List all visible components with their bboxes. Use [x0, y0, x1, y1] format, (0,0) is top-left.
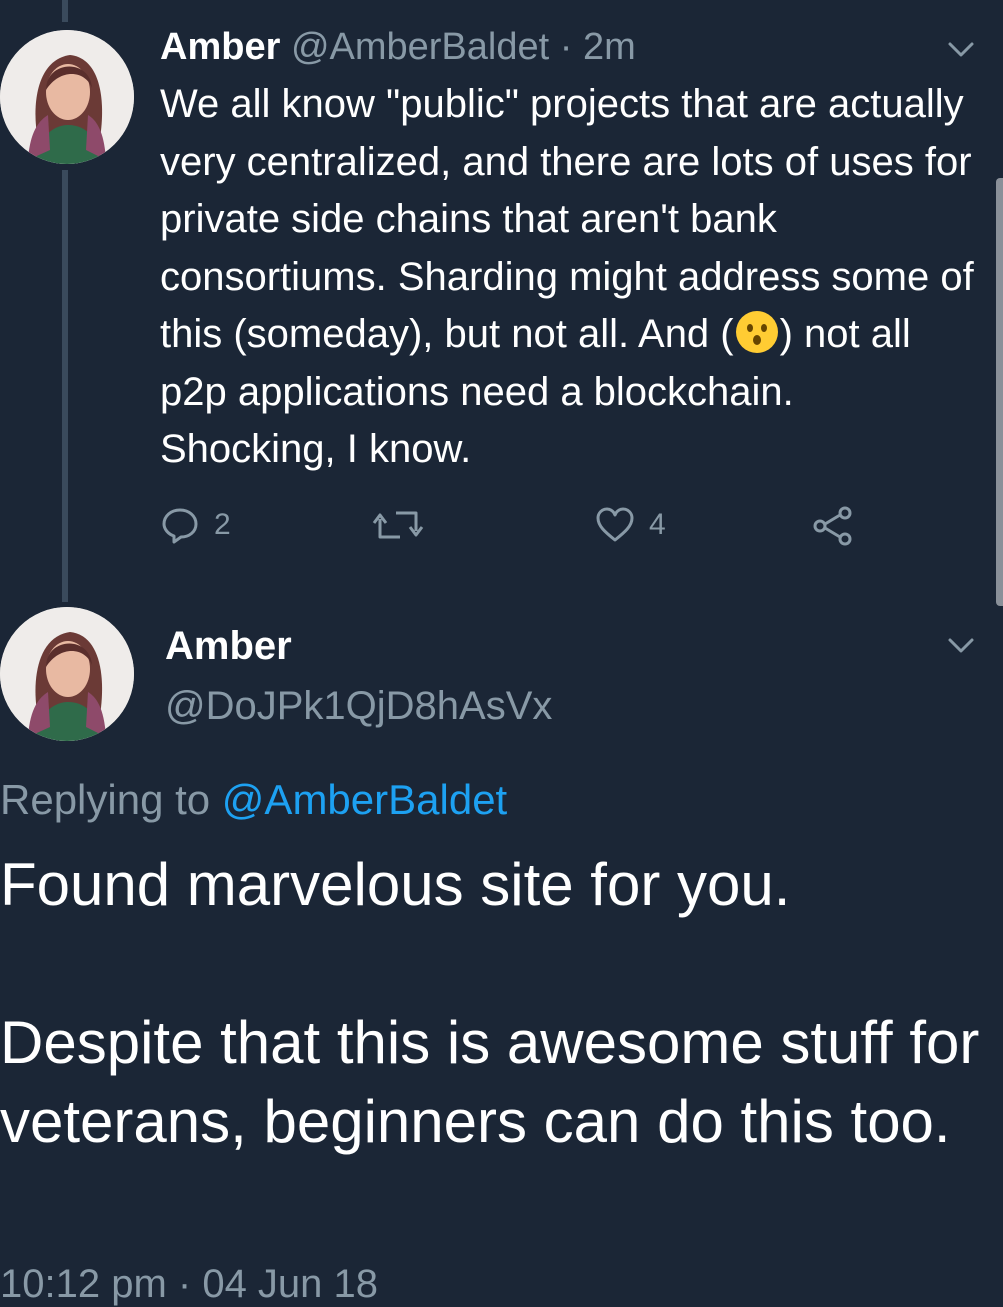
retweet-button[interactable] [372, 505, 438, 545]
like-button[interactable]: 4 [595, 505, 666, 545]
reply-author-name[interactable]: Amber [165, 624, 292, 669]
reply-text: Found marvelous site for you. Despite th… [0, 845, 1000, 1161]
replying-prefix: Replying to [0, 776, 222, 823]
reply-count: 2 [214, 508, 231, 541]
tweet-text: We all know "public" projects that are a… [160, 76, 980, 479]
reply-icon [162, 508, 198, 544]
reply-paragraph: Found marvelous site for you. [0, 851, 791, 918]
author-name[interactable]: Amber [160, 26, 280, 68]
share-button[interactable] [812, 505, 854, 547]
avatar[interactable] [0, 607, 134, 741]
replying-to: Replying to @AmberBaldet [0, 776, 507, 824]
reply-timestamp: 10:12 pm · 04 Jun 18 [0, 1262, 379, 1306]
reply-button[interactable]: 2 [160, 505, 231, 545]
thread-line [62, 0, 68, 22]
tweet-actions: 2 4 [0, 505, 1003, 549]
tweet-time[interactable]: · 2m [560, 26, 636, 68]
like-count: 4 [649, 508, 666, 541]
chevron-down-icon[interactable] [946, 636, 976, 656]
like-icon [596, 507, 634, 542]
replying-mention-link[interactable]: @AmberBaldet [222, 776, 507, 823]
author-handle[interactable]: @AmberBaldet [291, 26, 549, 68]
chevron-down-icon[interactable] [946, 40, 976, 60]
reply-author-handle[interactable]: @DoJPk1QjD8hAsVx [165, 684, 552, 729]
avatar[interactable] [0, 30, 134, 164]
hushed-face-icon [735, 311, 778, 353]
share-icon [813, 506, 852, 546]
scrollbar[interactable] [996, 178, 1003, 606]
reply-paragraph: Despite that this is awesome stuff for v… [0, 1009, 980, 1155]
tweet-header: Amber @AmberBaldet · 2m [160, 26, 636, 69]
retweet-icon [372, 511, 424, 539]
